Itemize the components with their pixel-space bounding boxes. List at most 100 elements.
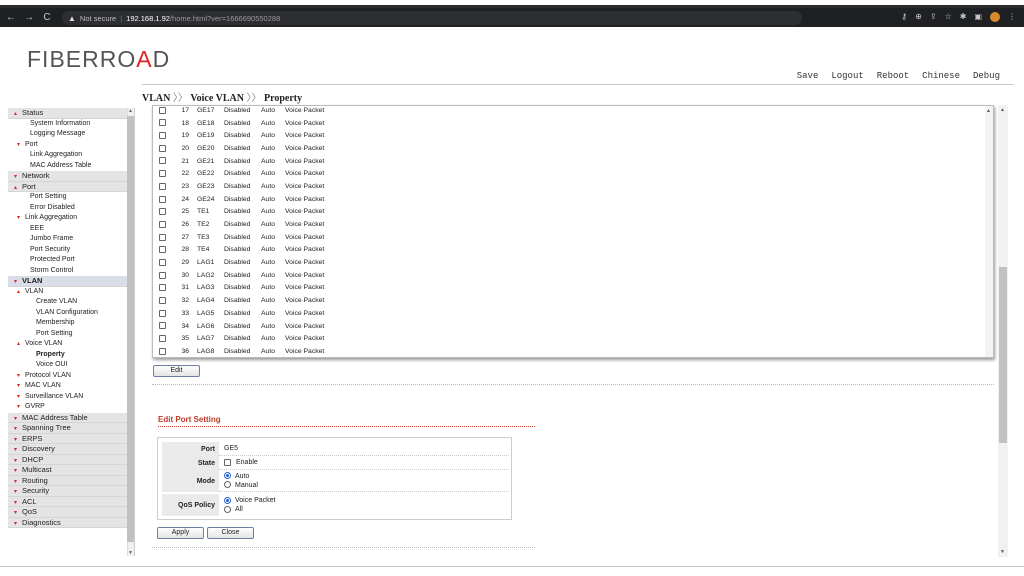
sidebar-item-security[interactable]: ▾ Security xyxy=(8,486,127,497)
row-checkbox[interactable] xyxy=(159,233,166,241)
page-scroll-thumb[interactable] xyxy=(999,267,1007,443)
sidepanel-icon[interactable]: ▣ xyxy=(974,12,982,22)
sidebar-item-acl[interactable]: ▾ ACL xyxy=(8,496,127,507)
page-scrollbar[interactable]: ▲ ▼ xyxy=(998,105,1008,557)
row-checkbox[interactable] xyxy=(159,322,166,330)
table-scrollbar[interactable]: ▲ xyxy=(985,106,993,357)
row-checkbox[interactable] xyxy=(159,258,166,266)
sidebar-item-protocol-vlan[interactable]: ▾ Protocol VLAN xyxy=(8,371,127,382)
apply-button[interactable]: Apply xyxy=(157,527,204,539)
menu-save[interactable]: Save xyxy=(797,71,819,81)
sidebar-item-port-setting[interactable]: Port Setting xyxy=(8,192,127,203)
mode-manual-radio[interactable] xyxy=(224,481,231,489)
zoom-icon[interactable]: ⊕ xyxy=(915,12,922,22)
sidebar-item-gvrp[interactable]: ▾ GVRP xyxy=(8,402,127,413)
row-checkbox[interactable] xyxy=(159,144,166,152)
scroll-up-icon[interactable]: ▲ xyxy=(986,108,991,114)
breadcrumb-voice-vlan[interactable]: Voice VLAN xyxy=(190,93,244,104)
sidebar-item-multicast[interactable]: ▾ Multicast xyxy=(8,465,127,476)
row-checkbox[interactable] xyxy=(159,182,166,190)
qos-voice-radio[interactable] xyxy=(224,496,231,504)
row-checkbox[interactable] xyxy=(159,157,166,165)
row-checkbox[interactable] xyxy=(159,106,166,114)
sidebar-item-status[interactable]: ▴ Status xyxy=(8,108,127,119)
sidebar-item-discovery[interactable]: ▾ Discovery xyxy=(8,444,127,455)
key-icon[interactable]: ⚷ xyxy=(901,12,907,22)
row-checkbox[interactable] xyxy=(159,220,166,228)
qos-all-radio[interactable] xyxy=(224,505,231,513)
row-checkbox[interactable] xyxy=(159,309,166,317)
sidebar-item-create-vlan[interactable]: Create VLAN xyxy=(8,297,127,308)
edit-button[interactable]: Edit xyxy=(153,365,200,377)
state-enable-checkbox[interactable] xyxy=(224,458,231,466)
row-checkbox[interactable] xyxy=(159,271,166,279)
sidebar-item-diagnostics[interactable]: ▾ Diagnostics xyxy=(8,517,127,528)
sidebar-item-surveillance-vlan[interactable]: ▾ Surveillance VLAN xyxy=(8,392,127,403)
star-icon[interactable]: ☆ xyxy=(945,12,952,22)
sidebar-item-voice-vlan[interactable]: ▴ Voice VLAN xyxy=(8,339,127,350)
profile-avatar[interactable] xyxy=(990,12,1000,22)
sidebar-item-membership[interactable]: Membership xyxy=(8,318,127,329)
sidebar-item-protected-port[interactable]: Protected Port xyxy=(8,255,127,266)
back-icon[interactable]: ← xyxy=(4,12,18,23)
address-bar[interactable]: ▲ Not secure | 192.168.1.92/home.html?ve… xyxy=(62,11,802,25)
sidebar-item-storm-control[interactable]: Storm Control xyxy=(8,266,127,277)
mode-auto-radio[interactable] xyxy=(224,472,231,480)
menu-reboot[interactable]: Reboot xyxy=(877,71,909,81)
row-checkbox[interactable] xyxy=(159,132,166,140)
menu-logout[interactable]: Logout xyxy=(831,71,863,81)
sidebar-item-link-aggregation[interactable]: ▾ Link Aggregation xyxy=(8,213,127,224)
breadcrumb-vlan[interactable]: VLAN xyxy=(142,93,170,104)
sidebar-item-mac-address-table[interactable]: MAC Address Table xyxy=(8,161,127,172)
cell-mode: Auto xyxy=(261,259,275,267)
sidebar-item-mac-address-table[interactable]: ▾ MAC Address Table xyxy=(8,412,127,423)
scroll-up-icon[interactable]: ▲ xyxy=(128,108,133,114)
row-checkbox[interactable] xyxy=(159,195,166,203)
forward-icon[interactable]: → xyxy=(22,12,36,23)
close-button[interactable]: Close xyxy=(207,527,254,539)
sidebar-item-erps[interactable]: ▾ ERPS xyxy=(8,433,127,444)
row-checkbox[interactable] xyxy=(159,246,166,254)
scroll-down-icon[interactable]: ▼ xyxy=(128,550,133,556)
menu-icon[interactable]: ⋮ xyxy=(1008,12,1016,22)
row-checkbox[interactable] xyxy=(159,347,166,355)
sidebar-item-system-information[interactable]: System Information xyxy=(8,119,127,130)
row-checkbox[interactable] xyxy=(159,119,166,127)
row-checkbox[interactable] xyxy=(159,335,166,343)
cell-mode: Auto xyxy=(261,195,275,203)
sidebar-item-property[interactable]: Property xyxy=(8,350,127,361)
scroll-up-icon[interactable]: ▲ xyxy=(1000,107,1005,113)
sidebar-item-eee[interactable]: EEE xyxy=(8,224,127,235)
row-checkbox[interactable] xyxy=(159,208,166,216)
sidebar-item-logging-message[interactable]: Logging Message xyxy=(8,129,127,140)
sidebar-item-dhcp[interactable]: ▾ DHCP xyxy=(8,454,127,465)
sidebar-item-vlan-configuration[interactable]: VLAN Configuration xyxy=(8,308,127,319)
sidebar-item-vlan[interactable]: ▾ VLAN xyxy=(8,276,127,287)
sidebar-item-jumbo-frame[interactable]: Jumbo Frame xyxy=(8,234,127,245)
row-checkbox[interactable] xyxy=(159,297,166,304)
sidebar-item-port[interactable]: ▾ Port xyxy=(8,140,127,151)
sidebar-item-link-aggregation[interactable]: Link Aggregation xyxy=(8,150,127,161)
sidebar-scroll-thumb[interactable] xyxy=(127,116,134,542)
row-checkbox[interactable] xyxy=(159,170,166,178)
sidebar-item-error-disabled[interactable]: Error Disabled xyxy=(8,203,127,214)
sidebar-item-qos[interactable]: ▾ QoS xyxy=(8,507,127,518)
sidebar-item-label: Discovery xyxy=(22,444,55,453)
reload-icon[interactable]: C xyxy=(40,12,54,23)
sidebar-item-routing[interactable]: ▾ Routing xyxy=(8,475,127,486)
sidebar-item-port-security[interactable]: Port Security xyxy=(8,245,127,256)
sidebar-item-network[interactable]: ▾ Network xyxy=(8,171,127,182)
scroll-down-icon[interactable]: ▼ xyxy=(1000,549,1005,555)
sidebar-item-port-setting[interactable]: Port Setting xyxy=(8,329,127,340)
cell-qos: Voice Packet xyxy=(285,208,325,216)
menu-chinese[interactable]: Chinese xyxy=(922,71,960,81)
share-icon[interactable]: ⇪ xyxy=(930,12,937,22)
sidebar-item-port[interactable]: ▴ Port xyxy=(8,181,127,192)
sidebar-item-voice-oui[interactable]: Voice OUI xyxy=(8,360,127,371)
sidebar-item-mac-vlan[interactable]: ▾ MAC VLAN xyxy=(8,381,127,392)
row-checkbox[interactable] xyxy=(159,284,166,292)
sidebar-item-spanning-tree[interactable]: ▾ Spanning Tree xyxy=(8,423,127,434)
menu-debug[interactable]: Debug xyxy=(973,71,1000,81)
sidebar-item-vlan[interactable]: ▴ VLAN xyxy=(8,287,127,298)
extensions-icon[interactable]: ✱ xyxy=(960,12,967,22)
